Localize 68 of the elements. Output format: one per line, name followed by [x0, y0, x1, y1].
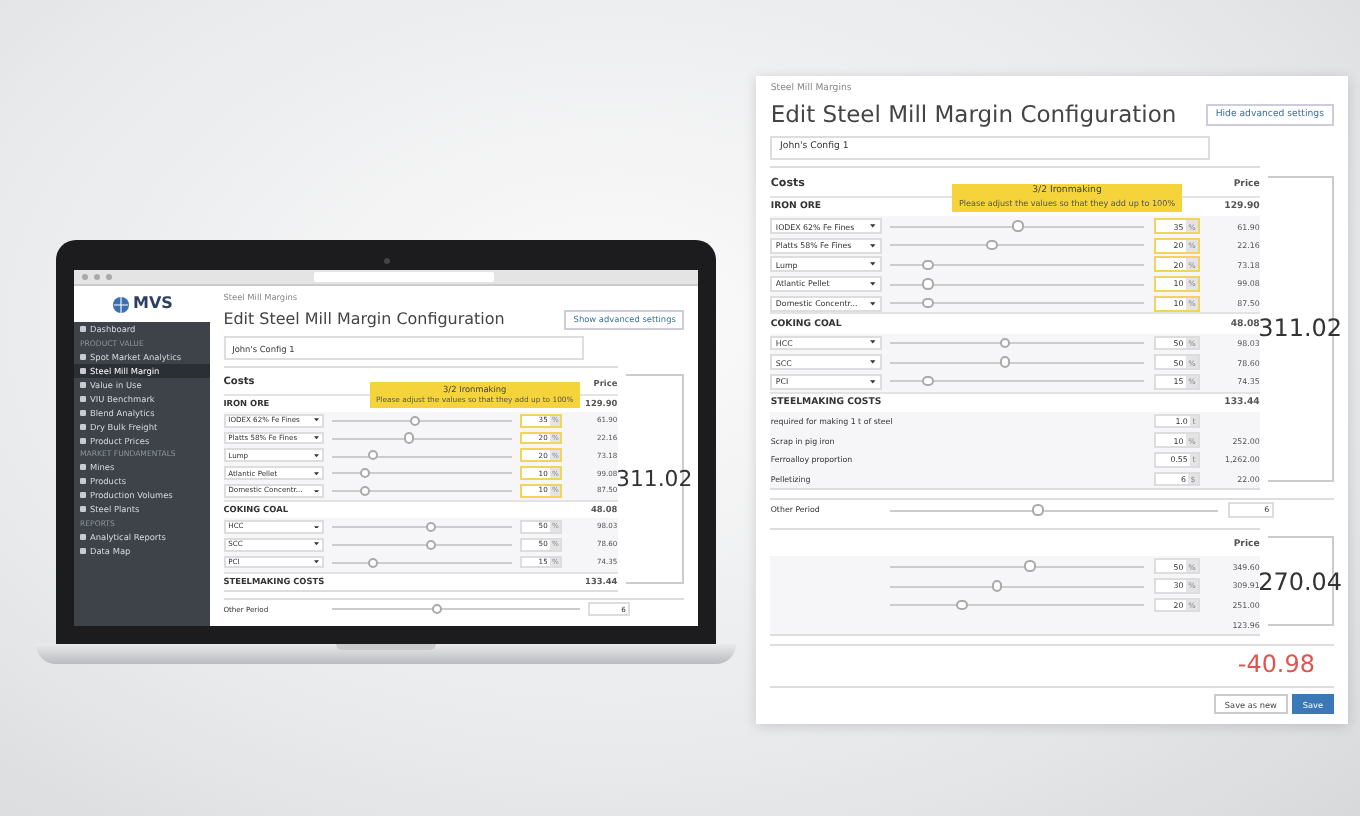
slider[interactable]	[890, 297, 1145, 309]
nav-icon	[80, 326, 86, 333]
globe-icon	[111, 295, 130, 313]
slider[interactable]	[890, 220, 1145, 232]
slider-thumb[interactable]	[1011, 220, 1023, 232]
caret-icon	[314, 471, 320, 476]
caret-icon	[314, 418, 320, 423]
slider[interactable]	[332, 415, 513, 426]
slider[interactable]	[890, 278, 1145, 290]
slider-thumb[interactable]	[1032, 504, 1044, 516]
address-bar[interactable]	[314, 272, 494, 282]
caret-icon	[870, 360, 876, 365]
slider-thumb[interactable]	[403, 432, 414, 444]
slider[interactable]	[332, 557, 513, 568]
slider-thumb[interactable]	[367, 450, 378, 461]
slider[interactable]	[332, 432, 513, 444]
caret-icon	[870, 262, 876, 267]
slider-thumb[interactable]	[922, 278, 934, 290]
slider[interactable]	[332, 468, 513, 479]
caret-icon	[314, 436, 320, 440]
caret-icon	[870, 379, 876, 384]
slider-thumb[interactable]	[410, 415, 421, 426]
slider-thumb[interactable]	[431, 604, 442, 615]
slider[interactable]	[890, 356, 1145, 368]
slider[interactable]	[890, 259, 1145, 271]
slider-thumb[interactable]	[426, 521, 437, 532]
slider[interactable]	[890, 580, 1145, 592]
slider-thumb[interactable]	[922, 375, 934, 387]
slider-thumb[interactable]	[1024, 560, 1036, 572]
caret-icon	[870, 224, 876, 228]
logo-text: MVS	[133, 294, 173, 314]
caret-icon	[314, 542, 320, 547]
slider[interactable]	[890, 560, 1145, 572]
slider[interactable]	[332, 521, 513, 532]
slider[interactable]	[332, 485, 513, 496]
slider-thumb[interactable]	[956, 599, 968, 611]
total-cost: 311.02	[616, 465, 693, 492]
slider[interactable]	[890, 504, 1219, 516]
caret-icon	[870, 243, 876, 248]
slider-thumb[interactable]	[922, 259, 934, 271]
slider[interactable]	[890, 375, 1145, 387]
margin-value: -40.98	[1237, 650, 1315, 679]
caret-icon	[870, 340, 876, 345]
caret-icon	[314, 453, 320, 458]
slider-thumb[interactable]	[991, 580, 1003, 592]
total-cost: 311.02	[1258, 314, 1342, 343]
slider-thumb[interactable]	[359, 485, 370, 496]
caret-icon	[870, 301, 876, 306]
camera-icon	[383, 258, 389, 264]
slider-thumb[interactable]	[367, 557, 378, 568]
caret-icon	[870, 281, 876, 286]
caret-icon	[314, 560, 320, 564]
slider-thumb[interactable]	[999, 356, 1011, 368]
slider[interactable]	[890, 239, 1145, 251]
total-revenue: 270.04	[1258, 567, 1342, 596]
page-title: Edit Steel Mill Margin Configuration	[770, 100, 1177, 129]
slider[interactable]	[890, 599, 1145, 611]
slider-thumb[interactable]	[922, 297, 934, 309]
slider[interactable]	[332, 604, 580, 615]
slider-thumb[interactable]	[999, 337, 1011, 349]
slider-thumb[interactable]	[426, 539, 437, 550]
slider[interactable]	[332, 450, 513, 461]
caret-icon	[314, 525, 320, 529]
caret-icon	[314, 489, 320, 493]
slider[interactable]	[332, 539, 513, 550]
slider-thumb[interactable]	[359, 468, 370, 479]
slider-thumb[interactable]	[986, 239, 998, 251]
slider[interactable]	[890, 337, 1145, 349]
